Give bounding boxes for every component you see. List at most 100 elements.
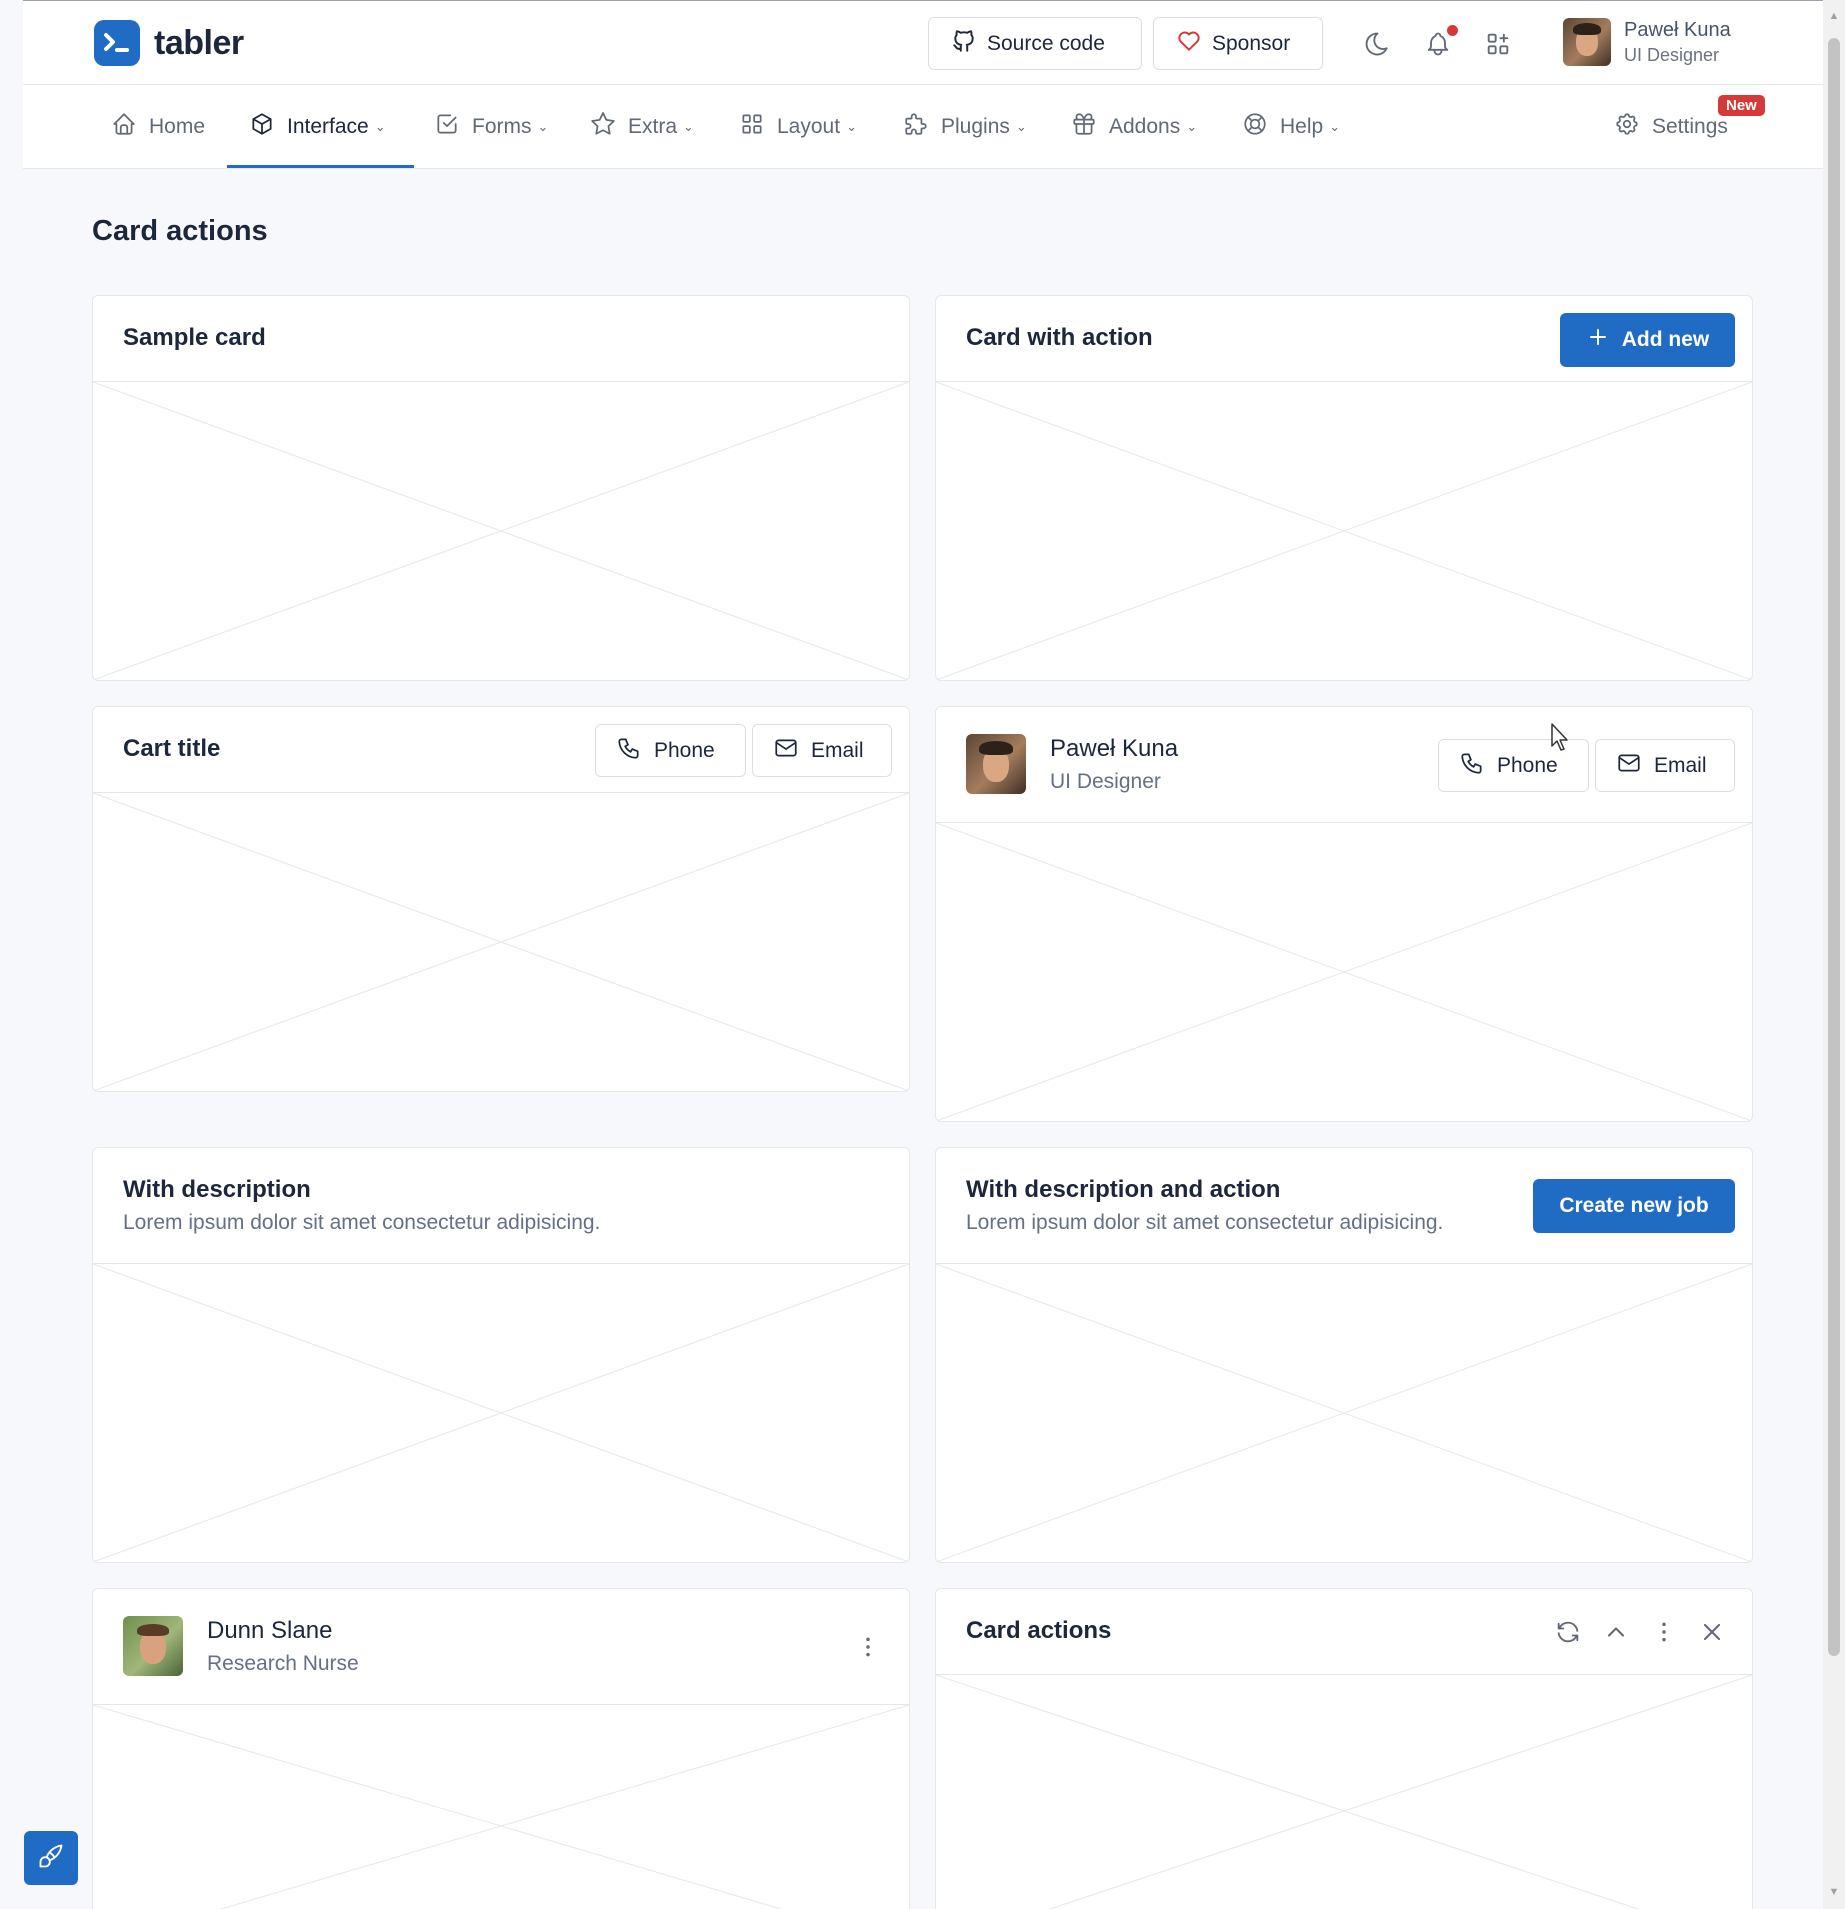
nav-label: Layout [777, 115, 841, 138]
nav-label: Addons [1109, 115, 1181, 138]
refresh-icon[interactable] [1553, 1617, 1583, 1647]
sponsor-button[interactable]: Sponsor [1153, 17, 1323, 70]
package-icon [249, 111, 275, 143]
nav-label: Forms [472, 115, 532, 138]
theme-settings-button[interactable] [24, 1831, 78, 1885]
dots-vertical-icon[interactable] [1649, 1617, 1679, 1647]
brand-logo[interactable]: tabler [94, 20, 244, 66]
person-name: Paweł Kuna [1050, 735, 1179, 762]
card-header: With description and action Lorem ipsum … [936, 1148, 1752, 1264]
nav-label: Extra [628, 115, 678, 138]
nav-item-plugins[interactable]: Plugins ⌄ [903, 85, 1027, 169]
home-icon [111, 111, 137, 143]
notification-dot [1447, 25, 1458, 36]
mouse-cursor-icon [1550, 722, 1572, 757]
chevron-down-icon: ⌄ [1329, 119, 1341, 134]
person-card: Paweł Kuna UI Designer Phone Email [935, 706, 1753, 1122]
page-scrollbar[interactable]: ▲ ▼ [1823, 0, 1845, 1909]
active-tab-indicator [227, 165, 414, 168]
top-header: tabler Source code Sponsor Paweł Kuna UI… [23, 1, 1823, 85]
card-title: Card actions [966, 1617, 1112, 1644]
image-placeholder [93, 1705, 909, 1909]
moon-icon[interactable] [1361, 28, 1393, 60]
nav-label: Home [149, 115, 206, 138]
card-header: Paweł Kuna UI Designer Phone Email [936, 707, 1752, 823]
chevron-down-icon: ⌄ [1186, 119, 1198, 134]
nav-label: Help [1280, 115, 1324, 138]
new-badge: New [1718, 95, 1765, 116]
card-title: With description [123, 1176, 311, 1203]
image-placeholder [93, 382, 909, 680]
source-code-button[interactable]: Source code [928, 17, 1142, 70]
avatar [1563, 18, 1611, 66]
email-button[interactable]: Email [752, 724, 892, 777]
settings-label: Settings [1652, 115, 1728, 138]
nav-item-interface[interactable]: Interface ⌄ [249, 85, 386, 169]
person-role: Research Nurse [207, 1652, 359, 1675]
chevron-down-icon: ⌄ [1015, 119, 1027, 134]
nav-label: Interface [287, 115, 369, 138]
card-description: Lorem ipsum dolor sit amet consectetur a… [123, 1211, 601, 1234]
nav-label: Plugins [941, 115, 1010, 138]
github-icon [951, 28, 977, 60]
user-menu[interactable]: Paweł Kuna UI Designer [1563, 18, 1731, 66]
nav-item-forms[interactable]: Forms ⌄ [434, 85, 548, 169]
source-code-label: Source code [987, 31, 1105, 55]
nav-item-layout[interactable]: Layout ⌄ [739, 85, 857, 169]
person-name: Dunn Slane [207, 1617, 333, 1644]
dots-vertical-icon[interactable] [853, 1632, 883, 1662]
nav-item-settings[interactable]: Settings [1614, 85, 1728, 169]
nav-item-addons[interactable]: Addons ⌄ [1071, 85, 1197, 169]
with-description-and-action-card: With description and action Lorem ipsum … [935, 1147, 1753, 1563]
sample-card: Sample card [92, 295, 910, 681]
avatar [966, 734, 1026, 794]
mail-icon [773, 735, 799, 767]
add-new-label: Add new [1621, 328, 1710, 351]
email-label: Email [811, 738, 864, 762]
chevron-down-icon: ⌄ [683, 119, 694, 134]
create-new-job-button[interactable]: Create new job [1533, 1179, 1735, 1233]
chevron-down-icon: ⌄ [374, 119, 386, 134]
phone-label: Phone [1497, 753, 1558, 777]
nav-item-help[interactable]: Help ⌄ [1242, 85, 1340, 169]
nav-item-home[interactable]: Home [111, 85, 205, 169]
card-actions-card: Card actions [935, 1588, 1753, 1909]
dunn-card: Dunn Slane Research Nurse [92, 1588, 910, 1909]
card-description: Lorem ipsum dolor sit amet consectetur a… [966, 1211, 1444, 1234]
card-title: Sample card [123, 324, 266, 351]
add-new-button[interactable]: Add new [1560, 313, 1735, 367]
nav-item-extra[interactable]: Extra ⌄ [590, 85, 694, 169]
avatar [123, 1616, 183, 1676]
card-with-action: Card with action Add new [935, 295, 1753, 681]
plus-icon [1586, 325, 1610, 355]
close-icon[interactable] [1697, 1617, 1727, 1647]
image-placeholder [936, 1264, 1752, 1562]
chevron-down-icon: ⌄ [846, 119, 857, 134]
terminal-icon [94, 20, 140, 66]
user-name: Paweł Kuna [1624, 18, 1731, 41]
card-header: Card actions [936, 1589, 1752, 1675]
card-header: Cart title Phone Email [93, 707, 909, 793]
checkbox-icon [434, 111, 460, 143]
lifebuoy-icon [1242, 111, 1268, 143]
person-role: UI Designer [1050, 770, 1161, 793]
image-placeholder [93, 1264, 909, 1562]
bell-icon[interactable] [1422, 25, 1458, 60]
sponsor-label: Sponsor [1212, 31, 1291, 55]
scroll-up-icon[interactable]: ▲ [1828, 10, 1840, 22]
image-placeholder [936, 823, 1752, 1121]
phone-button[interactable]: Phone [595, 724, 746, 777]
card-header: With description Lorem ipsum dolor sit a… [93, 1148, 909, 1264]
gear-icon [1614, 111, 1640, 143]
create-job-label: Create new job [1559, 1194, 1709, 1217]
email-button[interactable]: Email [1595, 739, 1735, 792]
heart-icon [1176, 28, 1202, 60]
chevron-up-icon[interactable] [1601, 1617, 1631, 1647]
image-placeholder [936, 382, 1752, 680]
chevron-down-icon: ⌄ [537, 119, 549, 134]
card-header: Sample card [93, 296, 909, 382]
apps-icon[interactable] [1482, 28, 1514, 60]
scroll-thumb[interactable] [1828, 38, 1840, 1656]
page-title: Card actions [92, 215, 268, 247]
scroll-down-icon[interactable]: ▼ [1828, 1886, 1840, 1898]
